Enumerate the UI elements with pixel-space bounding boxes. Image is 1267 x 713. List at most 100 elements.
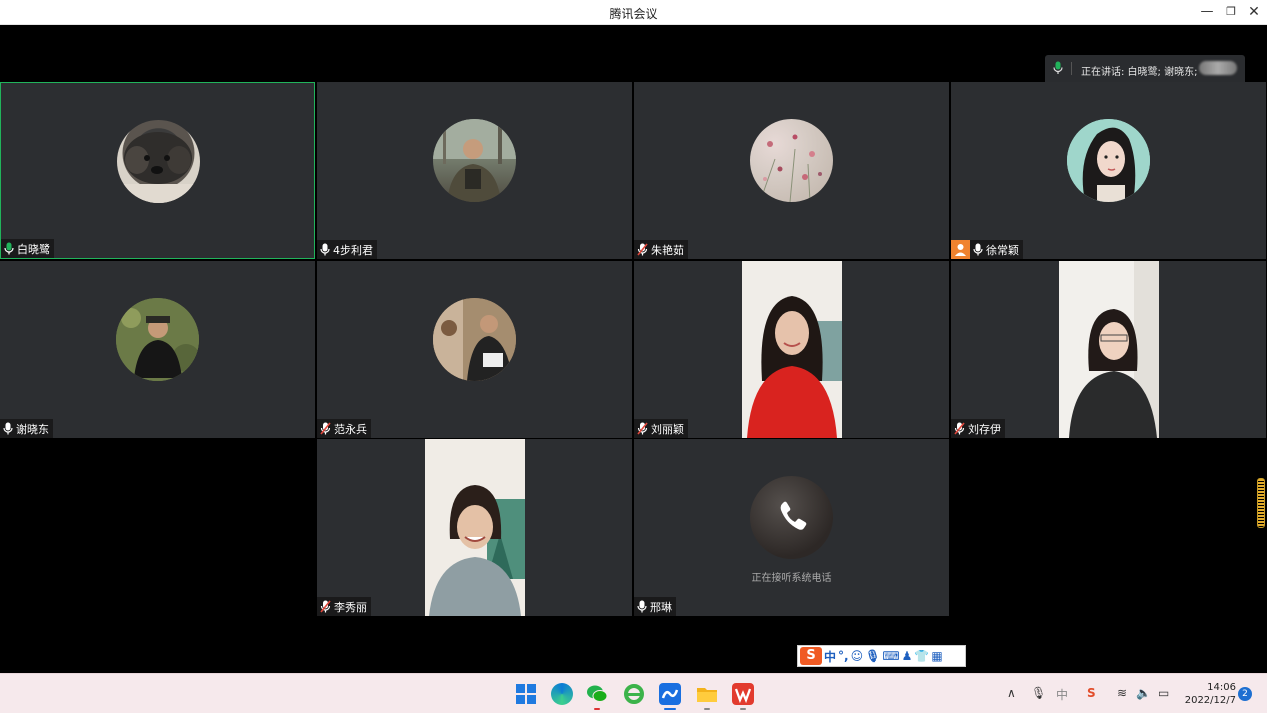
ie-icon[interactable]	[623, 683, 645, 705]
woman-video	[1059, 261, 1159, 438]
name-tag: 刘丽颖	[634, 419, 688, 438]
tencent-meeting-icon[interactable]	[659, 683, 681, 705]
divider	[1071, 62, 1072, 75]
participant-tile[interactable]: 范永兵	[317, 261, 632, 438]
illustration-photo	[1067, 119, 1150, 202]
participant-name: 范永兵	[334, 422, 367, 436]
avatar	[117, 120, 200, 203]
participant-name: 4步利君	[333, 243, 373, 257]
mic-active-icon	[4, 242, 14, 255]
mic-tray-icon[interactable]: 🎙	[1031, 686, 1046, 700]
title-bar: 腾讯会议 — ❐ ✕	[0, 0, 1267, 25]
user-icon[interactable]: ♟	[902, 649, 913, 663]
mic-icon	[3, 422, 13, 435]
name-tag: 李秀丽	[317, 597, 371, 616]
mic-muted-icon	[320, 600, 331, 613]
phone-call-avatar	[750, 476, 833, 559]
active-indicator	[664, 708, 676, 710]
mic-muted-icon	[954, 422, 965, 435]
app-window: 腾讯会议 — ❐ ✕ 正在讲话: 白晓鹭; 谢晓东; 白晓鹭 4步利君 朱艳茹 …	[0, 0, 1267, 713]
file-explorer-icon[interactable]	[696, 683, 718, 705]
running-indicator	[594, 708, 600, 710]
blurred-name	[1199, 61, 1237, 75]
wechat-icon[interactable]	[586, 683, 608, 705]
mic-muted-icon	[637, 243, 648, 256]
participant-name: 邢琳	[650, 600, 672, 614]
sogou-tray-icon[interactable]: S	[1087, 686, 1096, 700]
speaking-text: 正在讲话: 白晓鹭; 谢晓东;	[1081, 67, 1198, 78]
person-photo	[116, 298, 199, 381]
name-tag: 谢晓东	[0, 419, 53, 438]
participant-tile[interactable]: 刘丽颖	[634, 261, 949, 438]
participant-tile[interactable]: 李秀丽	[317, 439, 632, 616]
avatar	[1067, 119, 1150, 202]
person-photo	[433, 119, 516, 202]
mic-muted-icon	[637, 422, 648, 435]
volume-icon[interactable]: 🔈	[1136, 686, 1151, 700]
participant-tile[interactable]: 白晓鹭	[0, 82, 315, 259]
clock[interactable]: 14:06 2022/12/7	[1180, 681, 1236, 707]
running-indicator	[704, 708, 710, 710]
avatar	[433, 119, 516, 202]
ime-indicator[interactable]: 中	[1056, 686, 1068, 703]
skin-icon[interactable]: 👕	[914, 649, 929, 663]
speaking-indicator: 正在讲话: 白晓鹭; 谢晓东;	[1045, 55, 1245, 82]
ime-punct[interactable]: °,	[838, 649, 849, 663]
voice-input-icon[interactable]: 🎙	[865, 649, 880, 663]
ime-mode[interactable]: 中	[824, 648, 836, 665]
ime-toolbar[interactable]: S 中 °, ☺ 🎙 ⌨ ♟ 👕 ▦	[797, 645, 966, 667]
wps-icon[interactable]	[732, 683, 754, 705]
audio-level-meter	[1257, 478, 1265, 528]
participant-tile[interactable]: 徐常颖	[951, 82, 1266, 259]
flowers-photo	[759, 134, 822, 202]
mic-icon	[320, 243, 330, 256]
video-feed	[1059, 261, 1159, 438]
dog-photo	[117, 132, 200, 203]
date: 2022/12/7	[1184, 695, 1236, 706]
call-status-text: 正在接听系统电话	[751, 573, 832, 584]
name-tag: 范永兵	[317, 419, 371, 438]
battery-icon[interactable]: ▭	[1158, 686, 1169, 700]
host-icon	[951, 240, 970, 259]
sogou-logo-icon: S	[800, 647, 822, 665]
maximize-button[interactable]: ❐	[1220, 2, 1242, 22]
mic-icon	[1053, 61, 1063, 74]
video-feed	[425, 439, 525, 616]
name-tag: 徐常颖	[951, 240, 1023, 259]
wifi-icon[interactable]: ≋	[1117, 686, 1127, 700]
close-button[interactable]: ✕	[1243, 2, 1265, 22]
edge-icon[interactable]	[551, 683, 573, 705]
participant-tile[interactable]: 正在接听系统电话 邢琳	[634, 439, 949, 616]
keyboard-icon[interactable]: ⌨	[882, 649, 899, 663]
participant-tile[interactable]: 4步利君	[317, 82, 632, 259]
avatar	[433, 298, 516, 381]
participant-name: 徐常颖	[986, 243, 1019, 257]
participant-name: 白晓鹭	[17, 242, 50, 256]
video-feed	[742, 261, 842, 438]
emoji-icon[interactable]: ☺	[851, 649, 864, 663]
toolbox-icon[interactable]: ▦	[931, 649, 942, 663]
name-tag: 刘存伊	[951, 419, 1005, 438]
avatar	[116, 298, 199, 381]
taskbar: ∧ 🎙 中 S ≋ 🔈 ▭ 14:06 2022/12/7 2	[0, 673, 1267, 713]
participant-tile[interactable]: 刘存伊	[951, 261, 1266, 438]
participant-name: 李秀丽	[334, 600, 367, 614]
woman-video	[425, 439, 525, 616]
time: 14:06	[1207, 682, 1236, 693]
participant-name: 谢晓东	[16, 422, 49, 436]
chevron-up-icon[interactable]: ∧	[1007, 686, 1016, 700]
notification-badge[interactable]: 2	[1238, 687, 1252, 701]
name-tag: 4步利君	[317, 240, 377, 259]
minimize-button[interactable]: —	[1196, 2, 1218, 22]
participant-tile[interactable]: 谢晓东	[0, 261, 315, 438]
participant-name: 刘存伊	[968, 422, 1001, 436]
participant-tile[interactable]: 朱艳茹	[634, 82, 949, 259]
person-photo	[433, 298, 516, 381]
participant-name: 刘丽颖	[651, 422, 684, 436]
running-indicator	[740, 708, 746, 710]
start-icon[interactable]	[515, 683, 537, 705]
name-tag: 朱艳茹	[634, 240, 688, 259]
name-tag: 白晓鹭	[1, 239, 54, 258]
name-tag: 邢琳	[634, 597, 676, 616]
mic-muted-icon	[320, 422, 331, 435]
